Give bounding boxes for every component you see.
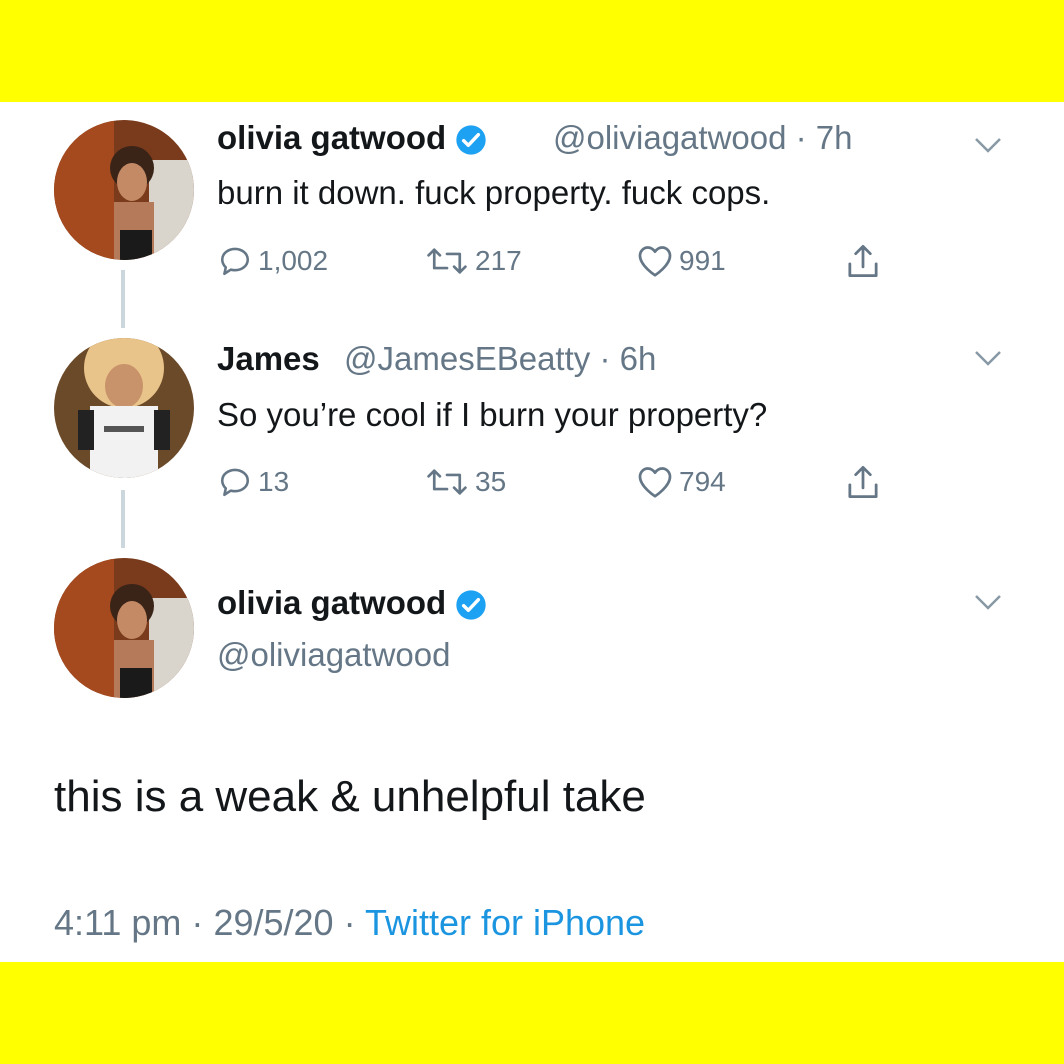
verified-badge-icon — [456, 590, 487, 620]
retweet-icon — [427, 469, 467, 495]
tweet-1-chevron-down-icon[interactable] — [973, 135, 1003, 155]
tweet-source-link[interactable]: Twitter for iPhone — [365, 902, 645, 943]
avatar-olivia[interactable] — [54, 120, 194, 260]
reply-icon — [220, 468, 250, 497]
tweet-2-share-button[interactable] — [845, 463, 887, 501]
tweet-2-author-name[interactable]: James — [217, 340, 320, 378]
retweet-icon — [427, 248, 467, 274]
heart-icon — [638, 467, 672, 498]
tweet-time[interactable]: 4:11 pm — [54, 902, 181, 943]
tweet-metadata: 4:11 pm · 29/5/20 · Twitter for iPhone — [54, 902, 646, 943]
tweet-1-reply-button[interactable]: 1,002 — [218, 244, 328, 278]
tweet-2-text: So you’re cool if I burn your property? — [217, 396, 768, 433]
tweet-2-handle[interactable]: @JamesEBeatty · 6h — [344, 340, 656, 378]
focus-handle[interactable]: @oliviagatwood — [217, 636, 450, 674]
tweet-1-like-button[interactable]: 991 — [637, 244, 726, 278]
focus-author-name[interactable]: olivia gatwood — [217, 584, 487, 622]
share-icon — [848, 465, 878, 499]
avatar-james[interactable] — [54, 338, 194, 478]
reply-icon — [220, 247, 250, 276]
focus-tweet-text: this is a weak & unhelpful take — [54, 772, 646, 821]
tweet-1-retweet-button[interactable]: 217 — [425, 244, 522, 278]
tweet-2-retweet-button[interactable]: 35 — [425, 465, 506, 499]
share-icon — [848, 244, 878, 278]
tweet-1-text: burn it down. fuck property. fuck cops. — [217, 174, 771, 211]
tweet-1-handle[interactable]: @oliviagatwood · 7h — [553, 119, 853, 157]
thread-line — [121, 270, 125, 328]
tweet-2-chevron-down-icon[interactable] — [973, 348, 1003, 368]
tweet-1-author-name[interactable]: olivia gatwood — [217, 119, 487, 157]
tweet-thread-card: olivia gatwood @oliviagatwood · 7h burn … — [0, 102, 1064, 962]
tweet-2-reply-button[interactable]: 13 — [218, 465, 289, 499]
thread-line — [121, 490, 125, 548]
avatar-olivia[interactable] — [54, 558, 194, 698]
tweet-1-share-button[interactable] — [845, 242, 887, 280]
heart-icon — [638, 246, 672, 277]
tweet-date[interactable]: 29/5/20 — [213, 902, 333, 943]
focus-chevron-down-icon[interactable] — [973, 592, 1003, 612]
verified-badge-icon — [456, 125, 487, 155]
tweet-2-like-button[interactable]: 794 — [637, 465, 726, 499]
